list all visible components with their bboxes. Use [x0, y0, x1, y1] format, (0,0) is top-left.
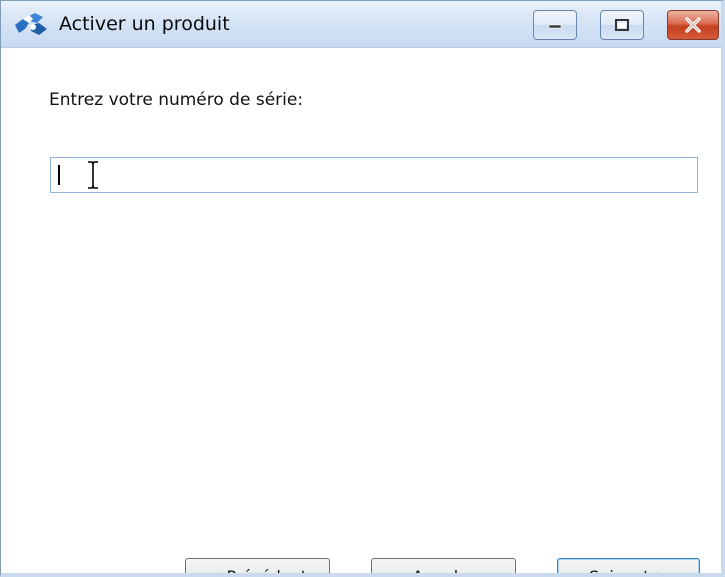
ibeam-cursor-icon	[88, 161, 98, 189]
close-button[interactable]	[667, 10, 719, 40]
minimize-icon	[548, 24, 562, 29]
window-title: Activer un produit	[59, 13, 230, 35]
title-bar[interactable]: Activer un produit	[1, 1, 721, 48]
close-icon	[685, 17, 701, 33]
puzzle-piece-icon	[15, 13, 47, 35]
previous-button[interactable]: < Précédant	[185, 558, 330, 573]
minimize-button[interactable]	[533, 10, 577, 40]
text-caret	[58, 165, 60, 185]
activation-dialog-window: Activer un produit Entrez votre numéro d…	[0, 0, 725, 577]
maximize-button[interactable]	[600, 10, 644, 40]
next-button[interactable]: Suivant >	[557, 558, 700, 573]
dialog-content: Entrez votre numéro de série: < Précédan…	[1, 48, 721, 573]
serial-prompt-label: Entrez votre numéro de série:	[49, 90, 304, 110]
serial-number-input[interactable]	[50, 157, 698, 193]
maximize-icon	[615, 19, 629, 31]
cancel-button[interactable]: Annuler	[371, 558, 516, 573]
